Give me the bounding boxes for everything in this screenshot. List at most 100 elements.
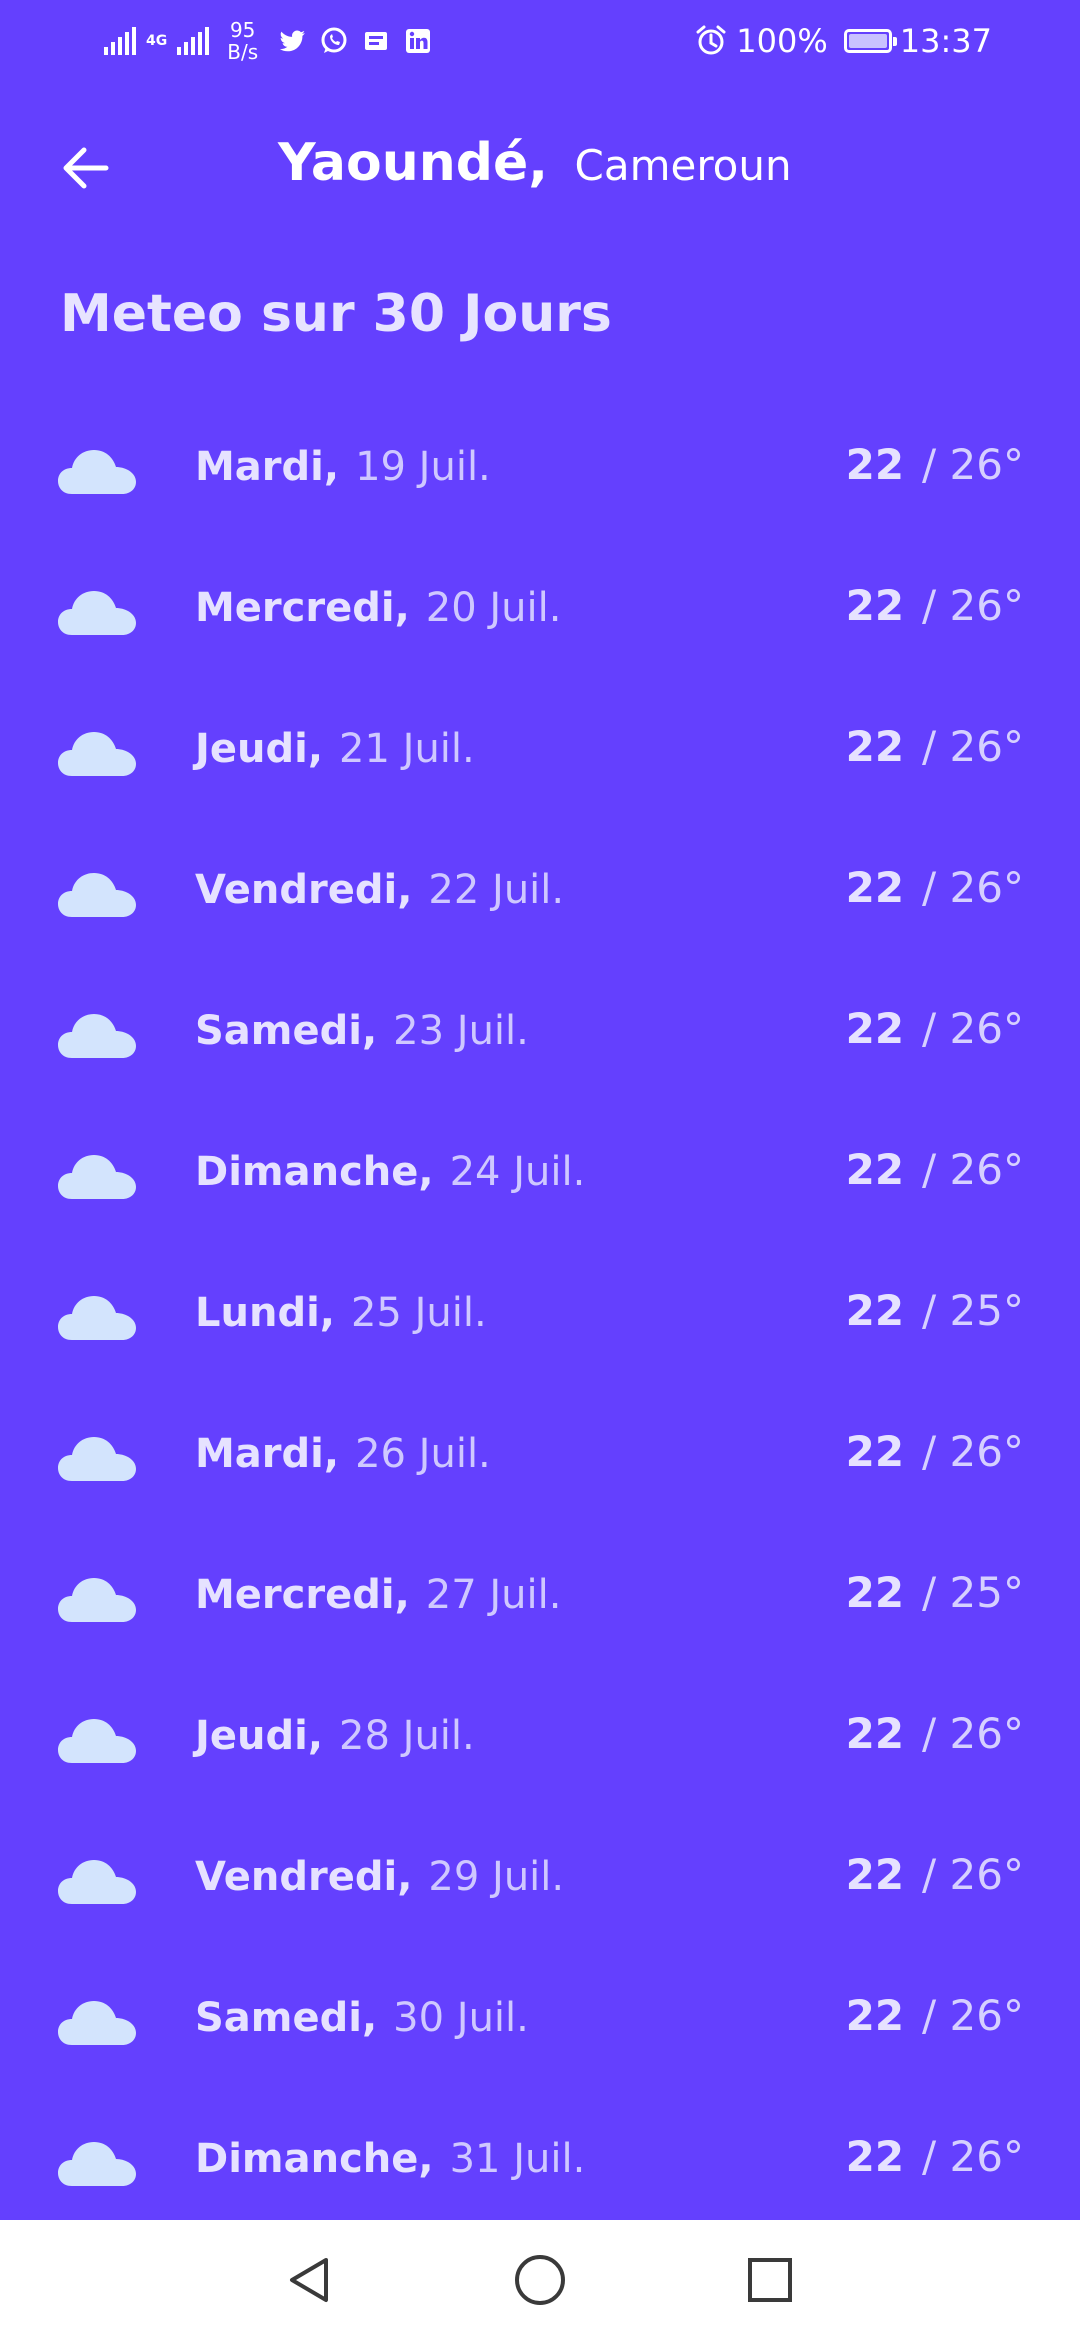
temp-low: 22 [845, 2132, 905, 2181]
twitter-icon [279, 30, 306, 52]
temp-low: 22 [845, 581, 905, 630]
day-name: Dimanche, [195, 2136, 434, 2182]
forecast-row[interactable]: Jeudi, 21 Juil. 22 / 26° [0, 682, 1080, 823]
whatsapp-icon [321, 27, 347, 53]
nav-home-icon[interactable] [512, 2252, 568, 2308]
day-date: 27 Juil. [425, 1572, 562, 1618]
temperature-range: 22 / 26° [846, 1709, 1024, 1758]
nav-back-icon[interactable] [282, 2252, 338, 2308]
day-date: 20 Juil. [425, 585, 562, 631]
back-arrow-icon[interactable] [56, 140, 112, 196]
temperature-range: 22 / 26° [846, 581, 1024, 630]
cloud-icon [58, 1014, 136, 1058]
country-name: Cameroun [574, 141, 792, 190]
temperature-range: 22 / 26° [846, 440, 1024, 489]
clock: 13:37 [899, 22, 992, 60]
day-date: 23 Juil. [393, 1008, 529, 1054]
forecast-row[interactable]: Samedi, 23 Juil. 22 / 26° [0, 964, 1080, 1105]
day-name: Jeudi, [195, 726, 324, 772]
temp-low: 22 [845, 722, 905, 771]
temp-high: / 26° [922, 1850, 1024, 1899]
cloud-icon [58, 732, 136, 776]
day-date: 26 Juil. [355, 1431, 491, 1477]
cloud-icon [58, 2001, 136, 2045]
temp-high: / 26° [922, 440, 1024, 489]
forecast-day: Samedi, 30 Juil. [195, 1995, 529, 2041]
forecast-day: Lundi, 25 Juil. [195, 1290, 487, 1336]
forecast-row[interactable]: Mercredi, 20 Juil. 22 / 26° [0, 541, 1080, 682]
day-date: 22 Juil. [428, 867, 565, 913]
forecast-row[interactable]: Samedi, 30 Juil. 22 / 26° [0, 1951, 1080, 2092]
temperature-range: 22 / 26° [846, 1004, 1024, 1053]
news-icon [365, 32, 388, 50]
network-type: 4G [146, 34, 167, 48]
day-name: Samedi, [195, 1008, 378, 1054]
cloud-icon [58, 450, 136, 494]
forecast-list: Mardi, 19 Juil. 22 / 26° Mercredi, 20 Juil. 22… [0, 400, 1080, 2220]
cloud-icon [58, 1296, 136, 1340]
day-date: 25 Juil. [350, 1290, 487, 1336]
day-date: 30 Juil. [393, 1995, 529, 2041]
forecast-row[interactable]: Jeudi, 28 Juil. 22 / 26° [0, 1669, 1080, 1810]
temperature-range: 22 / 25° [846, 1286, 1024, 1335]
system-nav-bar [0, 2220, 1080, 2340]
forecast-day: Samedi, 23 Juil. [195, 1008, 529, 1054]
forecast-day: Mardi, 19 Juil. [195, 444, 491, 490]
temp-low: 22 [845, 1145, 905, 1194]
day-name: Vendredi, [195, 1854, 413, 1900]
temp-high: / 26° [922, 581, 1024, 630]
temp-high: / 26° [922, 1004, 1024, 1053]
cloud-icon [58, 1578, 136, 1622]
forecast-day: Mercredi, 27 Juil. [195, 1572, 561, 1618]
forecast-row[interactable]: Dimanche, 31 Juil. 22 / 26° [0, 2092, 1080, 2220]
forecast-row[interactable]: Vendredi, 22 Juil. 22 / 26° [0, 823, 1080, 964]
location-title: Yaoundé, Cameroun [278, 128, 792, 201]
day-date: 19 Juil. [355, 444, 491, 490]
forecast-row[interactable]: Mardi, 26 Juil. 22 / 26° [0, 1387, 1080, 1528]
temperature-range: 22 / 26° [846, 2132, 1024, 2181]
temp-low: 22 [845, 1709, 905, 1758]
temp-high: / 26° [922, 1145, 1024, 1194]
linkedin-icon [406, 29, 431, 53]
temp-low: 22 [845, 1004, 905, 1053]
temperature-range: 22 / 26° [846, 722, 1024, 771]
forecast-row[interactable]: Mardi, 19 Juil. 22 / 26° [0, 400, 1080, 541]
status-bar: 4G 95 B/s 100% 13:37 [0, 0, 1080, 80]
forecast-day: Vendredi, 29 Juil. [195, 1854, 564, 1900]
forecast-row[interactable]: Dimanche, 24 Juil. 22 / 26° [0, 1105, 1080, 1246]
cloud-icon [58, 2142, 136, 2186]
signal-icon [104, 27, 136, 55]
forecast-row[interactable]: Vendredi, 29 Juil. 22 / 26° [0, 1810, 1080, 1951]
temperature-range: 22 / 26° [846, 863, 1024, 912]
temperature-range: 22 / 26° [846, 1427, 1024, 1476]
status-bar-left: 4G 95 B/s [104, 16, 434, 66]
day-name: Dimanche, [195, 1149, 434, 1195]
temp-high: / 26° [922, 1427, 1024, 1476]
temp-high: / 25° [922, 1286, 1024, 1335]
cloud-icon [58, 591, 136, 635]
signal-icon-2 [177, 27, 210, 55]
cloud-icon [58, 1155, 136, 1199]
network-speed-value: 95 [229, 18, 256, 42]
day-date: 24 Juil. [449, 1149, 586, 1195]
temperature-range: 22 / 26° [846, 1991, 1024, 2040]
forecast-day: Dimanche, 31 Juil. [195, 2136, 585, 2182]
nav-recents-icon[interactable] [742, 2252, 798, 2308]
temperature-range: 22 / 26° [846, 1850, 1024, 1899]
cloud-icon [58, 1860, 136, 1904]
forecast-row[interactable]: Lundi, 25 Juil. 22 / 25° [0, 1246, 1080, 1387]
forecast-day: Vendredi, 22 Juil. [195, 867, 564, 913]
day-name: Mardi, [195, 1431, 340, 1477]
forecast-day: Jeudi, 28 Juil. [195, 1713, 475, 1759]
temp-high: / 26° [922, 1991, 1024, 2040]
alarm-icon [696, 25, 726, 55]
section-title: Meteo sur 30 Jours [60, 284, 612, 344]
cloud-icon [58, 1719, 136, 1763]
forecast-row[interactable]: Mercredi, 27 Juil. 22 / 25° [0, 1528, 1080, 1669]
forecast-day: Mardi, 26 Juil. [195, 1431, 491, 1477]
day-name: Vendredi, [195, 867, 413, 913]
day-date: 29 Juil. [428, 1854, 565, 1900]
network-speed: 95 B/s [227, 19, 258, 63]
day-name: Samedi, [195, 1995, 378, 2041]
forecast-day: Dimanche, 24 Juil. [195, 1149, 585, 1195]
